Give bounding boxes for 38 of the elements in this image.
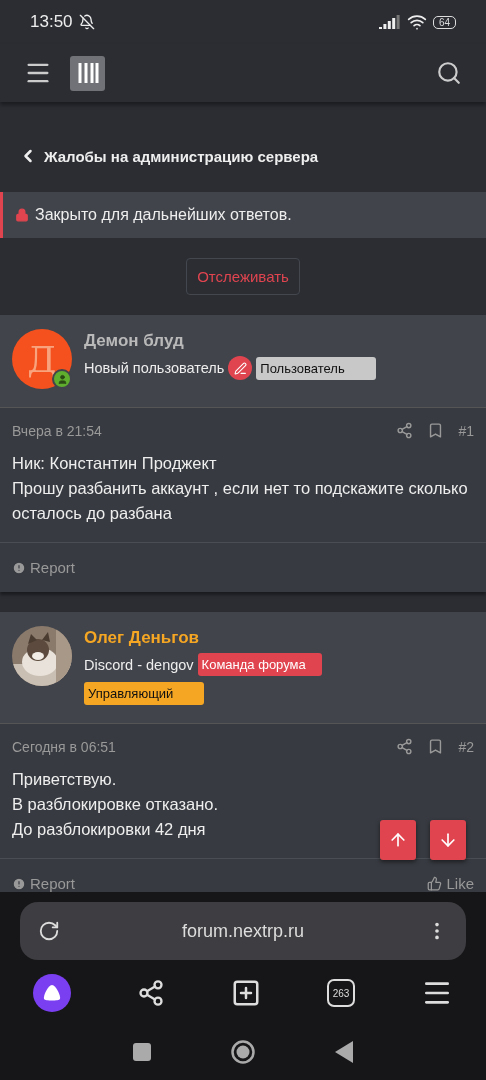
address-bar[interactable]: forum.nextrp.ru (20, 902, 466, 960)
closed-notice: Закрыто для дальнейших ответов. (0, 192, 486, 238)
post-date[interactable]: Вчера в 21:54 (12, 422, 102, 439)
post-body: Ник: Константин Проджект Прошу разбанить аккаунт , если нет то подскажите сколько осталось до разбана (0, 447, 486, 543)
report-link[interactable]: Report (12, 875, 76, 892)
scroll-down-button[interactable] (430, 820, 466, 860)
search-icon[interactable] (436, 60, 462, 86)
muted-bell-icon (78, 14, 95, 30)
user-title: Новый пользователь (84, 360, 225, 376)
reload-icon[interactable] (38, 920, 60, 942)
thumbs-up-icon (427, 876, 443, 891)
new-tab-icon[interactable] (231, 978, 261, 1008)
author-name[interactable]: Олег Деньгов (84, 628, 414, 648)
tabs-count-button[interactable]: 263 (327, 979, 355, 1007)
follow-button[interactable]: Отслеживать (186, 258, 300, 295)
home-icon[interactable] (231, 1040, 255, 1064)
user-badge: Команда форума (197, 653, 322, 676)
user-badge: Управляющий (84, 682, 204, 705)
breadcrumb-link[interactable]: Жалобы на администрацию сервера (0, 102, 486, 192)
alert-icon (12, 560, 26, 575)
signal-icon (378, 15, 401, 29)
report-link[interactable]: Report (12, 559, 76, 576)
wifi-icon (406, 12, 427, 32)
post-number[interactable]: #2 (458, 738, 474, 755)
logo-icon[interactable] (70, 55, 105, 91)
lock-icon (15, 208, 29, 222)
user-badge: Пользователь (256, 356, 377, 380)
like-link[interactable]: Like (427, 875, 474, 892)
back-icon[interactable] (335, 1041, 353, 1063)
assistant-icon[interactable] (33, 974, 71, 1012)
user-title: Discord - dengov (84, 656, 194, 673)
scroll-up-button[interactable] (380, 820, 416, 860)
post-number[interactable]: #1 (458, 422, 474, 439)
share-icon[interactable] (137, 979, 165, 1007)
clock-time: 13:50 (30, 12, 73, 32)
author-name[interactable]: Демон блуд (84, 331, 377, 351)
battery-level: 64 (432, 15, 456, 29)
post-date[interactable]: Сегодня в 06:51 (12, 738, 116, 755)
